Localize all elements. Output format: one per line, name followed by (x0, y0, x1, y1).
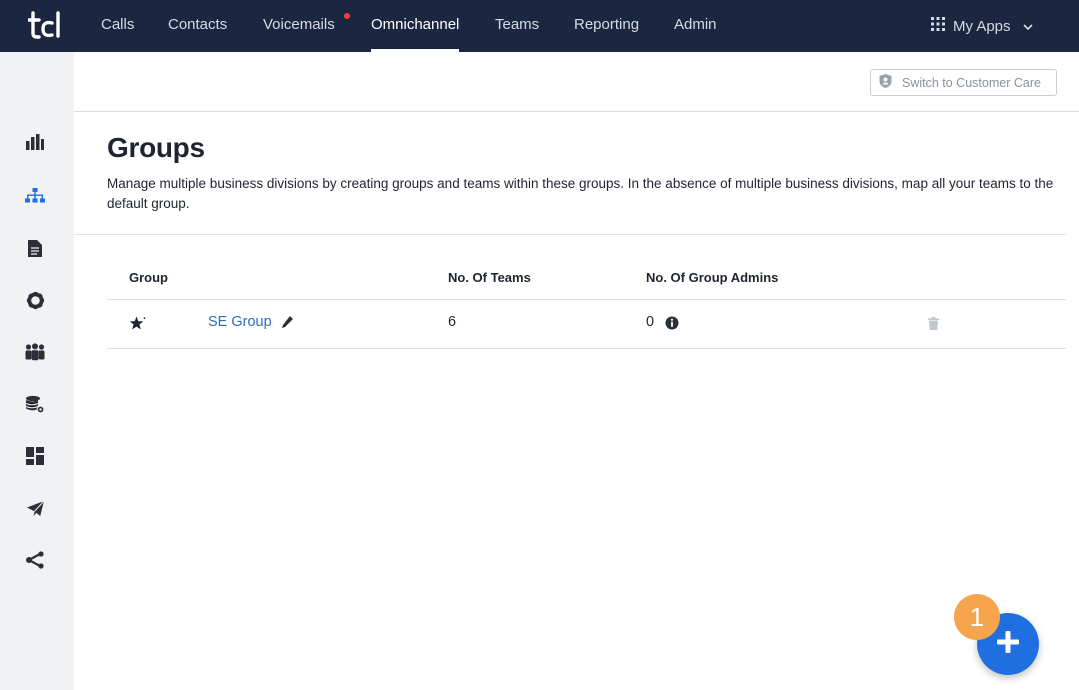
table-header-divider (107, 299, 1066, 300)
gear-icon[interactable] (24, 289, 46, 311)
default-group-star-icon[interactable] (129, 316, 146, 335)
plus-icon (997, 630, 1019, 658)
apps-grid-icon (931, 17, 945, 35)
nav-reporting[interactable]: Reporting (574, 0, 639, 52)
section-divider (74, 234, 1066, 235)
bar-chart-icon[interactable] (24, 131, 46, 153)
nav-teams[interactable]: Teams (495, 0, 539, 52)
delete-trash-icon[interactable] (928, 317, 939, 334)
share-icon[interactable] (24, 549, 46, 571)
column-header-teams[interactable]: No. Of Teams (448, 270, 531, 285)
step-badge: 1 (954, 594, 1000, 640)
nav-voicemails[interactable]: Voicemails (263, 0, 350, 52)
paper-plane-icon[interactable] (24, 497, 46, 519)
talkdesk-logo[interactable] (27, 11, 62, 39)
team-count: 6 (448, 314, 457, 330)
edit-pencil-icon[interactable] (281, 315, 294, 333)
org-chart-icon[interactable] (24, 185, 46, 207)
my-apps-menu[interactable]: My Apps (931, 0, 1033, 52)
switch-label: Switch to Customer Care (902, 75, 1041, 90)
nav-contacts[interactable]: Contacts (168, 0, 227, 52)
people-icon[interactable] (24, 341, 46, 363)
my-apps-label: My Apps (953, 17, 1011, 35)
table-row-divider (107, 348, 1066, 349)
top-nav-bar: Calls Contacts Voicemails Omnichannel Te… (0, 0, 1079, 52)
document-icon[interactable] (24, 237, 46, 259)
group-name-link[interactable]: SE Group (208, 314, 272, 330)
chevron-down-icon (1022, 18, 1033, 35)
column-header-group[interactable]: Group (129, 270, 168, 285)
page-description: Manage multiple business divisions by cr… (107, 176, 1054, 211)
admin-count: 0 (646, 314, 655, 330)
nav-calls[interactable]: Calls (101, 0, 134, 52)
shield-user-icon (878, 73, 893, 92)
nav-admin[interactable]: Admin (674, 0, 717, 52)
dashboard-icon[interactable] (24, 445, 46, 467)
info-icon[interactable] (665, 316, 679, 334)
notification-dot (344, 13, 350, 19)
column-header-admins[interactable]: No. Of Group Admins (646, 270, 778, 285)
switch-to-customer-care-button[interactable]: Switch to Customer Care (870, 69, 1057, 96)
left-sidebar (0, 52, 74, 690)
sub-header: Switch to Customer Care (74, 52, 1079, 112)
database-settings-icon[interactable] (24, 393, 46, 415)
page-title: Groups (107, 132, 205, 163)
nav-omnichannel[interactable]: Omnichannel (371, 0, 460, 52)
